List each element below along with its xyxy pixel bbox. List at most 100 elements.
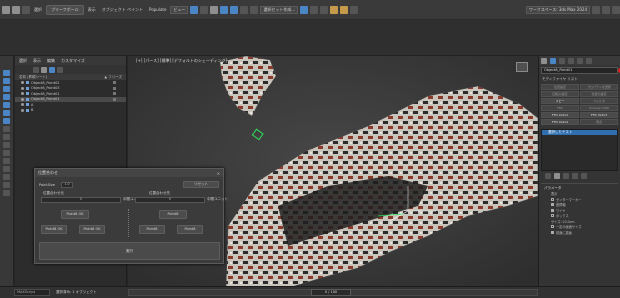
xrefs-icon[interactable] [3,142,10,148]
modifier-button[interactable]: FFD [541,105,579,111]
source-point-button[interactable]: Point8 OK [61,210,89,219]
param-row[interactable]: 前面に描画 [541,230,618,236]
freeze-icon[interactable] [113,86,116,90]
visibility-icon[interactable] [21,81,24,85]
make-unique-icon[interactable] [563,173,569,179]
display-tab-icon[interactable] [577,57,583,64]
angle-snap-icon[interactable] [250,5,259,14]
shapes-icon[interactable] [3,94,10,100]
source-point-button-a[interactable]: Point8 OK [41,225,67,234]
show-end-result-icon[interactable] [554,173,560,179]
hierarchy-tab-icon[interactable] [559,57,565,64]
visibility-icon[interactable] [21,108,24,112]
select-object-icon[interactable] [190,5,199,14]
link-icon[interactable] [22,5,30,14]
checkbox[interactable] [551,197,554,201]
motion-tab-icon[interactable] [568,57,574,64]
viewport-label[interactable]: [+] [パース] [標準] [デフォルトのシェーディング] [136,58,227,64]
menu-item-display[interactable]: 表示 [86,7,98,13]
mirror-icon[interactable] [300,5,309,14]
modifier-button[interactable]: 頂点 [580,119,618,125]
target-point-button-a[interactable]: Point8 [139,225,165,234]
groups-icon[interactable] [3,134,10,140]
menu-item-object-paint[interactable]: オブジェクト ペイント [100,7,145,13]
selection-set-dropdown[interactable]: 選択セット作成... [260,5,299,14]
freeze-icon[interactable] [113,81,116,85]
checkbox[interactable] [551,214,554,218]
invert-icon[interactable] [3,190,10,196]
folder-icon[interactable] [592,5,600,14]
modifier-button[interactable]: 回転の設定 [541,91,579,97]
tab-select[interactable]: 選択 [19,58,27,64]
containers-icon[interactable] [3,158,10,164]
move-icon[interactable] [210,5,219,14]
align-icon[interactable] [310,5,319,14]
redo-icon[interactable] [12,5,20,14]
search-icon[interactable] [41,66,47,73]
select-tool-icon[interactable] [3,70,10,76]
checkbox[interactable] [551,230,554,234]
source-value-field[interactable]: 0 [41,197,121,203]
workspace-dropdown[interactable]: ワークスペース: 3ds Max 2024 [525,5,590,14]
settings-icon[interactable] [602,5,610,14]
checkbox[interactable] [551,203,554,207]
menu-item-freeform[interactable]: プリーフポール [46,4,84,15]
spacewarps-icon[interactable] [3,126,10,132]
snap-icon[interactable] [240,5,249,14]
create-tab-icon[interactable] [541,57,547,64]
visibility-icon[interactable] [21,97,24,101]
visibility-icon[interactable] [21,92,24,96]
checkbox[interactable] [551,208,554,212]
modifier-button[interactable]: スピー [541,98,579,104]
select-region-icon[interactable] [200,5,209,14]
tab-display[interactable]: 表示 [33,58,41,64]
help-icon[interactable] [612,5,620,14]
target-value-field[interactable]: 0 [135,197,205,203]
modifier-button[interactable]: 位置設定 [541,84,579,90]
modifier-button[interactable]: FFD 4x4x4 [541,119,579,125]
cameras-icon[interactable] [3,110,10,116]
freeze-icon[interactable] [113,97,116,101]
frozen-icon[interactable] [3,174,10,180]
helpers-icon[interactable] [3,118,10,124]
layer-icon[interactable] [320,5,329,14]
tab-customize[interactable]: カスタマイズ [61,58,85,64]
hidden-icon[interactable] [3,182,10,188]
modifier-list-dropdown[interactable]: モディファイヤ リスト [539,76,620,83]
modifier-button[interactable]: 位置の設定 [580,91,618,97]
pin-stack-icon[interactable] [545,173,551,179]
visibility-icon[interactable] [21,86,24,90]
particles-icon[interactable] [3,166,10,172]
execute-button[interactable]: 実行 [39,242,220,260]
scale-icon[interactable] [230,5,239,14]
reset-button[interactable]: リセット [183,181,219,188]
checkbox[interactable] [551,225,554,229]
freeze-icon[interactable] [113,92,116,96]
bones-icon[interactable] [3,150,10,156]
maxscript-listener-input[interactable]: MAXScript [14,289,50,296]
geometry-icon[interactable] [3,86,10,92]
hierarchy-icon[interactable] [49,66,55,73]
close-icon[interactable]: ✕ [217,171,220,176]
dialog-titlebar[interactable]: 位置合わせ ✕ [35,169,223,177]
frame-counter[interactable]: 0 / 100 [311,289,351,296]
modifier-button[interactable]: Unwrap UVW [580,105,618,111]
source-point-button-b[interactable]: Point8 OK [79,225,105,234]
layers-icon[interactable] [57,66,63,73]
modifier-button[interactable]: FFD 3x3x3 [580,112,618,118]
target-point-button[interactable]: Point8 [159,210,187,219]
menu-item-select[interactable]: 選択 [32,7,44,13]
display-icon[interactable] [3,78,10,84]
modifier-button[interactable]: プロパティを選択 [580,84,618,90]
undo-icon[interactable] [2,5,10,14]
render-icon[interactable] [340,5,349,14]
view-dropdown[interactable]: ビュー [170,5,189,14]
tab-edit[interactable]: 編集 [47,58,55,64]
viewcube-icon[interactable] [516,62,528,72]
filter-icon[interactable] [33,66,39,73]
modify-tab-icon[interactable] [550,57,556,64]
configure-sets-icon[interactable] [581,173,587,179]
rotate-icon[interactable] [220,5,229,14]
modifier-stack-item[interactable]: 選択したテスト [542,130,617,135]
lights-icon[interactable] [3,102,10,108]
